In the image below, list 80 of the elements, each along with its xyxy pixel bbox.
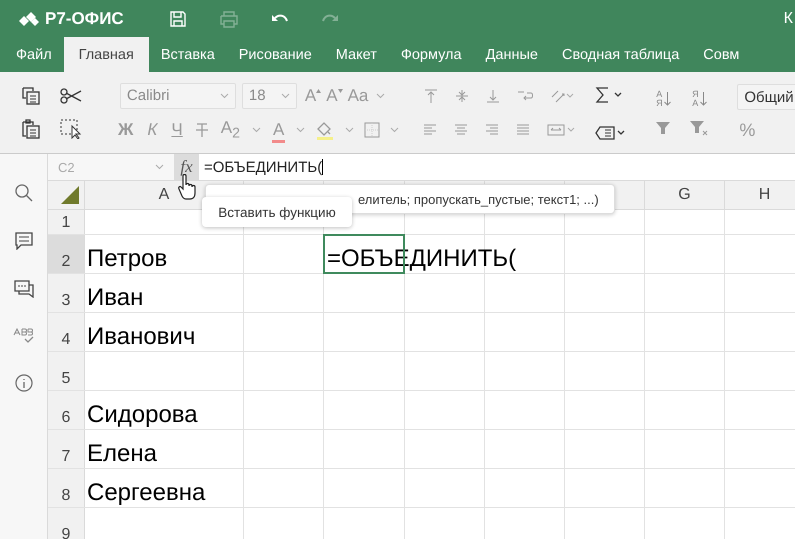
font-size-select[interactable]: 18 — [242, 82, 297, 108]
row-header[interactable]: 5 — [48, 352, 85, 390]
ribbon-tab[interactable]: Совм — [691, 37, 752, 72]
ribbon-tab[interactable]: Главная — [64, 37, 149, 72]
justify-icon[interactable] — [516, 124, 530, 136]
cell-text: Иванович — [86, 323, 196, 351]
number-format-select[interactable]: Общий — [737, 84, 795, 110]
cell-text: Сергеевна — [86, 479, 206, 507]
italic-button[interactable]: К — [145, 120, 160, 140]
bold-button[interactable]: Ж — [116, 120, 136, 140]
align-top-icon[interactable] — [424, 88, 438, 102]
sort-descending-button[interactable]: Я А — [692, 90, 707, 108]
info-icon[interactable] — [14, 374, 32, 392]
insert-function-button[interactable]: fx — [174, 154, 199, 180]
chevron-icon[interactable] — [155, 164, 164, 170]
strikethrough-icon[interactable] — [194, 122, 209, 138]
row-header[interactable]: 8 — [48, 469, 85, 507]
chevron-icon[interactable] — [280, 92, 290, 98]
scissors-icon[interactable] — [60, 88, 82, 104]
filter-icon[interactable] — [656, 120, 670, 134]
text-orientation-icon[interactable] — [550, 88, 574, 102]
align-left-icon[interactable] — [423, 124, 438, 136]
chevron-icon[interactable] — [252, 126, 261, 132]
app-logo: Р7-ОФИС — [45, 8, 124, 28]
column-header[interactable]: H — [758, 186, 770, 204]
paste-icon[interactable] — [22, 118, 40, 138]
clear-icon[interactable] — [595, 126, 626, 140]
chevron-icon[interactable] — [345, 126, 354, 132]
logo-icon — [19, 12, 41, 26]
row-header[interactable]: 6 — [48, 391, 85, 429]
align-bottom-icon[interactable] — [486, 88, 500, 102]
chevron-icon[interactable] — [376, 92, 386, 98]
save-icon[interactable] — [169, 10, 187, 28]
align-middle-icon[interactable] — [455, 88, 470, 102]
ribbon-tab[interactable]: Файл — [4, 37, 64, 72]
select-icon[interactable] — [60, 118, 82, 138]
row-header[interactable]: 7 — [48, 430, 85, 468]
change-case-button[interactable]: Aa — [346, 86, 370, 106]
align-right-icon[interactable] — [485, 124, 500, 136]
sort-ascending-button[interactable]: А Я — [656, 90, 671, 108]
grow-font-button[interactable]: A — [302, 86, 318, 106]
clear-filter-icon[interactable] — [690, 120, 708, 136]
hand-cursor-icon — [178, 174, 196, 200]
font-color-button[interactable]: A — [270, 120, 286, 140]
chevron-icon[interactable] — [390, 126, 400, 132]
comment-icon[interactable] — [14, 232, 32, 250]
row-header[interactable]: 3 — [48, 274, 85, 312]
ribbon-tab[interactable]: Сводная таблица — [550, 37, 692, 72]
cell-text: Елена — [86, 440, 157, 468]
formula-input[interactable]: =ОБЪЕДИНИТЬ( — [199, 154, 795, 180]
paint-bucket-icon[interactable] — [315, 120, 336, 140]
spellcheck-icon[interactable] — [12, 328, 34, 344]
shrink-font-button[interactable]: A — [324, 86, 340, 106]
search-icon[interactable] — [14, 184, 32, 202]
ribbon-tab[interactable]: Макет — [324, 37, 389, 72]
ribbon-tab[interactable]: Вставка — [148, 37, 227, 72]
ribbon-tab[interactable]: Формула — [388, 37, 474, 72]
document-title: К — [784, 10, 793, 28]
subscript-button[interactable]: A$_{2}$ — [218, 118, 242, 142]
row-header[interactable]: 2 — [48, 235, 85, 273]
align-center-icon[interactable] — [454, 124, 468, 136]
wrap-text-icon[interactable] — [517, 88, 534, 102]
column-header[interactable]: G — [678, 186, 691, 204]
cell-text: Петров — [86, 245, 168, 273]
column-header[interactable]: A — [158, 186, 170, 204]
row-header[interactable]: 4 — [48, 313, 85, 351]
row-header[interactable]: 9 — [48, 508, 85, 539]
ribbon-tab[interactable]: Рисование — [226, 37, 324, 72]
merge-cells-icon[interactable] — [547, 124, 576, 136]
ribbon-tab[interactable]: Данные — [474, 37, 550, 72]
tooltip: Вставить функцию — [202, 197, 352, 227]
chat-icon[interactable] — [14, 280, 34, 298]
cell-text: Иван — [86, 284, 144, 312]
borders-icon[interactable] — [364, 122, 380, 138]
chevron-icon[interactable] — [296, 126, 306, 132]
cell-text: Сидорова — [86, 401, 198, 429]
copy-icon[interactable] — [22, 86, 40, 104]
underline-button[interactable]: Ч — [169, 120, 185, 140]
percent-button[interactable]: % — [737, 120, 795, 141]
row-header[interactable]: 1 — [48, 210, 85, 234]
